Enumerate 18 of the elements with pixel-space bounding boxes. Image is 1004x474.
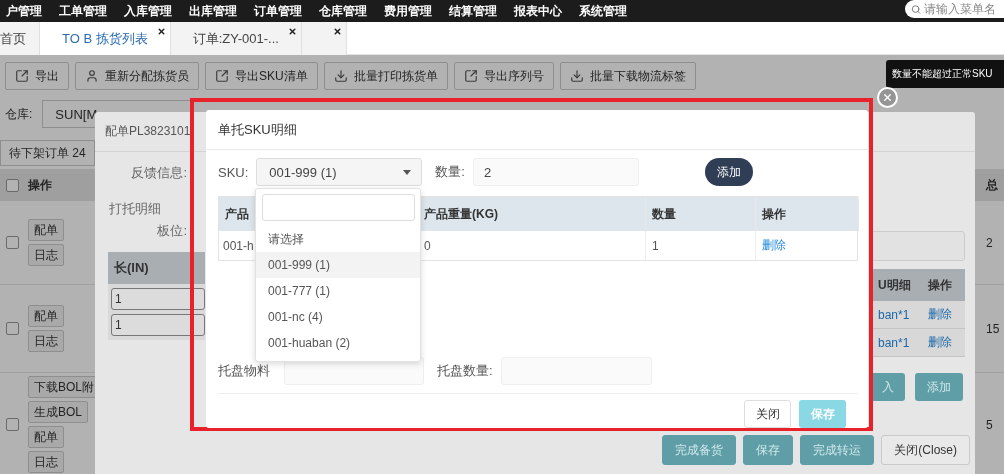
header-cell: 总 xyxy=(980,169,1004,201)
header-cell: U明细 xyxy=(870,269,922,301)
header-cell: 操作 xyxy=(756,197,859,231)
table-cell: 5 xyxy=(986,417,993,432)
header-cell: 数量 xyxy=(646,197,756,231)
header-cell: 产品 xyxy=(219,197,256,231)
error-toast: 数量不能超过正常SKU xyxy=(886,60,1004,88)
material-label: 托盘物料 xyxy=(218,362,270,380)
header-cell: 操作 xyxy=(922,269,965,301)
slot-label: 板位: xyxy=(157,222,188,240)
table-cell: 1 xyxy=(646,231,756,260)
section-title: 打托明细 xyxy=(109,200,162,218)
pallet-quantity-label: 托盘数量: xyxy=(437,362,493,380)
header-cell: 长(IN) xyxy=(108,252,205,284)
table-cell: 15 xyxy=(986,321,1000,336)
dialog-title: 单托SKU明细 xyxy=(206,110,868,150)
warehouse-label: 仓库: xyxy=(5,105,33,123)
table-cell: 2 xyxy=(986,235,993,250)
